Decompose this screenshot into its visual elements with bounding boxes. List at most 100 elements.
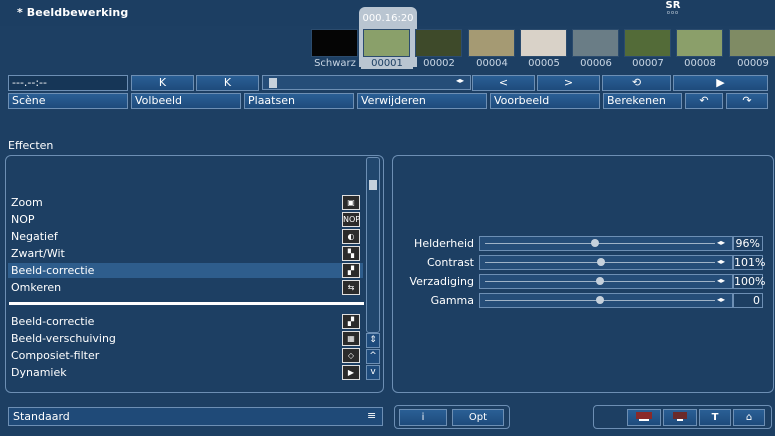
scroll-down-button[interactable]: v (366, 365, 380, 380)
left-right-arrows-icon[interactable]: ◂▸ (717, 257, 725, 266)
effect-list-item[interactable]: Zoom (11, 195, 341, 210)
clip-label: 00008 (684, 58, 716, 69)
effect-list-item[interactable]: Zwart/Wit (11, 246, 341, 261)
flip-icon: ⇆ (342, 280, 360, 295)
black-white-icon: ▚ (342, 246, 360, 261)
clip-label: 00009 (737, 58, 769, 69)
undo-button[interactable]: ↶ (685, 93, 723, 109)
param-slider-knob[interactable] (597, 258, 605, 266)
prev-frame-button[interactable]: < (472, 75, 535, 91)
effect-list-item[interactable]: Composiet-filter (11, 348, 341, 363)
image-correction-icon: ▞ (342, 263, 360, 278)
clip-thumbnail[interactable] (468, 29, 515, 57)
clip-thumbnail[interactable] (676, 29, 723, 57)
image-correction-icon: ▞ (342, 314, 360, 329)
param-slider-knob[interactable] (596, 277, 604, 285)
undo-icon: ↶ (699, 94, 709, 107)
preset-select[interactable]: Standaard (8, 407, 383, 426)
home-button[interactable]: ⌂ (733, 409, 765, 426)
clip-thumbnail[interactable] (311, 29, 358, 57)
scroll-up-button[interactable]: ^ (366, 349, 380, 364)
chevron-up-icon: ^ (369, 351, 377, 361)
clip-label: 00005 (528, 58, 560, 69)
param-slider-knob[interactable] (591, 239, 599, 247)
clip-label: 00004 (476, 58, 508, 69)
redo-button[interactable]: ↷ (726, 93, 768, 109)
composite-filter-icon: ◇ (342, 348, 360, 363)
negative-icon: ◐ (342, 229, 360, 244)
position-slider[interactable] (262, 75, 471, 90)
clip-thumbnail[interactable] (572, 29, 619, 57)
left-right-arrows-icon[interactable]: ◂▸ (717, 295, 725, 304)
time-input[interactable]: ---.--:-- (8, 75, 128, 91)
position-slider-thumb[interactable] (269, 78, 277, 88)
clip-thumbnail[interactable] (363, 29, 410, 57)
title-button[interactable]: T (699, 409, 731, 426)
loop-button[interactable]: ⟲ (602, 75, 671, 91)
skip-start-icon: K (158, 76, 167, 89)
place-button[interactable]: Plaatsen (244, 93, 354, 109)
next-icon: > (563, 76, 574, 89)
clip-thumbnail[interactable] (624, 29, 671, 57)
preview-button[interactable]: Voorbeeld (490, 93, 600, 109)
menu-icon: ≡ (367, 409, 377, 422)
window-title: * Beeldbewerking (17, 6, 129, 19)
param-slider-knob[interactable] (596, 296, 604, 304)
text-icon: T (711, 412, 719, 423)
param-label: Gamma (430, 294, 474, 307)
effects-scroll-thumb[interactable] (369, 180, 377, 190)
next-frame-button[interactable]: > (537, 75, 600, 91)
updown-arrows-icon: ⇕ (369, 335, 377, 345)
param-slider-line (485, 243, 715, 244)
opt-button[interactable]: Opt (452, 409, 504, 426)
clip-timecode: 000.16:20 (362, 13, 414, 24)
effect-list-item[interactable]: Beeld-correctie (11, 314, 341, 329)
clip-thumbnail[interactable] (729, 29, 775, 57)
nop-icon: NOP (342, 212, 360, 227)
redo-icon: ↷ (742, 94, 752, 107)
chevron-down-icon: v (370, 367, 376, 377)
play-button[interactable]: ▶ (673, 75, 768, 91)
effect-list-item[interactable]: Beeld-correctie (8, 263, 363, 278)
effects-divider (9, 302, 364, 305)
param-value: 100% (733, 274, 766, 289)
clip-label: 00007 (632, 58, 664, 69)
remove-button[interactable]: Verwijderen (357, 93, 487, 109)
info-icon: i (421, 412, 425, 423)
skip-end-icon: K (223, 76, 232, 89)
image-shift-icon: ▦ (342, 331, 360, 346)
prev-icon: < (498, 76, 509, 89)
effect-list-item[interactable]: Omkeren (11, 280, 341, 295)
zoom-icon: ▣ (342, 195, 360, 210)
scroll-updown-button[interactable]: ⇕ (366, 333, 380, 348)
scene-button[interactable]: Scène (8, 93, 128, 109)
dynamics-icon: ▶ (342, 365, 360, 380)
skip-to-start-button[interactable]: K (131, 75, 194, 91)
slider-arrows-icon: ◂▸ (456, 76, 465, 85)
effect-list-item[interactable]: Beeld-verschuiving (11, 331, 341, 346)
param-value: 101% (733, 255, 766, 270)
param-value: 96% (733, 236, 763, 251)
left-right-arrows-icon[interactable]: ◂▸ (717, 276, 725, 285)
info-button[interactable]: i (399, 409, 447, 426)
param-label: Helderheid (414, 237, 474, 250)
fullscreen-button[interactable]: Volbeeld (131, 93, 241, 109)
clip-thumbnail[interactable] (415, 29, 462, 57)
clip-label: 00001 (361, 58, 413, 69)
param-label: Contrast (426, 256, 474, 269)
clip-label: Schwarz (314, 58, 356, 69)
calculate-button[interactable]: Berekenen (603, 93, 682, 109)
clip-label: 00002 (423, 58, 455, 69)
effects-menu-button[interactable] (663, 409, 697, 426)
param-value: 0 (733, 293, 763, 308)
effect-list-item[interactable]: NOP (11, 212, 341, 227)
play-icon: ▶ (716, 76, 725, 89)
left-right-arrows-icon[interactable]: ◂▸ (717, 238, 725, 247)
home-icon: ⌂ (745, 412, 753, 423)
effect-list-item[interactable]: Dynamiek (11, 365, 341, 380)
storyboard-button[interactable] (627, 409, 661, 426)
skip-to-end-button[interactable]: K (196, 75, 259, 91)
effect-list-item[interactable]: Negatief (11, 229, 341, 244)
clip-label: 00006 (580, 58, 612, 69)
clip-thumbnail[interactable] (520, 29, 567, 57)
